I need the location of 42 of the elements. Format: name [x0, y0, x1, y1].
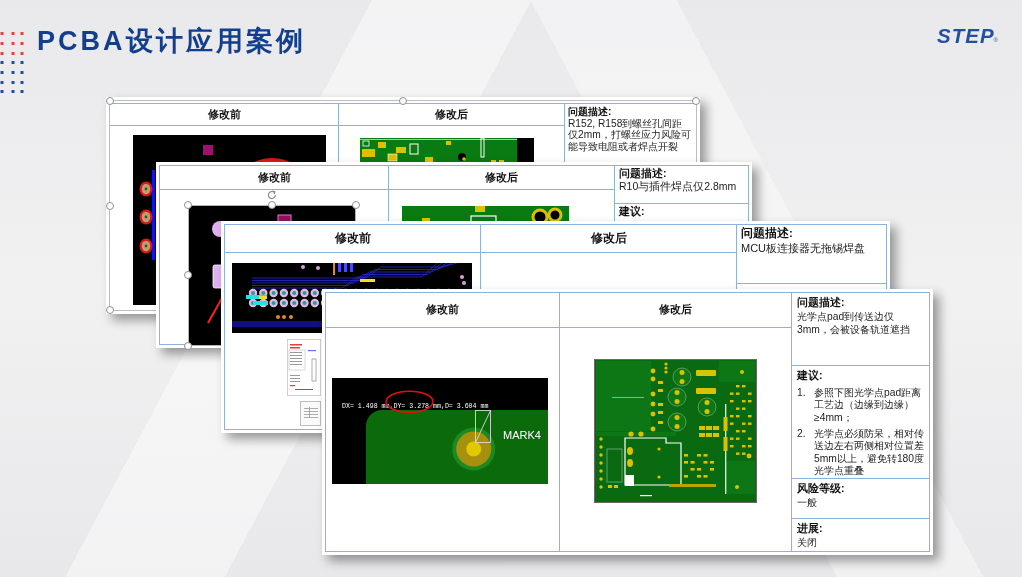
selection-handle-icon[interactable]	[106, 306, 114, 314]
column-header: 修改前	[160, 166, 388, 190]
slide-title: PCBA设计应用案例	[37, 26, 306, 57]
dot-pattern-drawing	[0, 31, 24, 94]
selection-handle-icon[interactable]	[184, 341, 192, 350]
selection-handle-icon[interactable]	[399, 97, 407, 105]
field-value: 一般	[797, 495, 818, 509]
field-label: 风险等级:	[797, 482, 846, 496]
column-header: 修改前	[110, 104, 338, 126]
fiducial-label: MARK4	[503, 429, 541, 442]
list-item-text: 参照下图光学点pad距离工艺边（边缘到边缘）≥4mm；	[814, 386, 923, 424]
field-value: 光学点pad到传送边仅3mm，会被设备轨道遮挡	[797, 309, 911, 337]
field-value: MCU板连接器无拖锡焊盘	[741, 241, 867, 256]
list-number: 1.	[797, 386, 807, 399]
field-value: R10与插件焊点仅2.8mm	[619, 179, 738, 192]
field-label: 问题描述:	[619, 167, 668, 180]
selection-handle-icon[interactable]	[106, 201, 114, 210]
selection-handle-icon[interactable]	[352, 200, 360, 209]
field-value: 关闭	[797, 535, 818, 549]
selection-handle-icon[interactable]	[184, 271, 192, 279]
list-item-text: 光学点必须防呆，相对传送边左右两侧相对位置差5mm以上，避免转180度光学点重叠	[814, 427, 926, 478]
column-header: 修改前	[326, 293, 559, 328]
selection-handle-icon[interactable]	[692, 97, 700, 105]
selection-handle-icon[interactable]	[268, 200, 276, 209]
column-header: 修改后	[481, 225, 736, 253]
field-label: 建议:	[619, 205, 646, 218]
field-label: 问题描述:	[568, 106, 613, 118]
field-label: 问题描述:	[797, 296, 846, 310]
rotate-handle-icon[interactable]	[267, 189, 277, 200]
selection-handle-icon[interactable]	[106, 97, 114, 105]
selection-handle-icon[interactable]	[184, 200, 192, 209]
field-label: 建议:	[797, 369, 824, 383]
field-value: R152, R158到螺丝孔间距仅2mm，打螺丝应力风险可能导致电阻或者焊点开裂	[568, 117, 691, 153]
field-label: 进展:	[797, 522, 824, 536]
column-header: 修改前	[225, 225, 480, 253]
column-header: 修改后	[389, 166, 614, 190]
fiducial-mark	[452, 410, 496, 471]
column-header: 修改后	[560, 293, 791, 328]
list-number: 2.	[797, 427, 807, 440]
column-header: 修改后	[339, 104, 564, 126]
brand-logo: STEP	[937, 24, 995, 48]
field-label: 问题描述:	[741, 226, 794, 241]
